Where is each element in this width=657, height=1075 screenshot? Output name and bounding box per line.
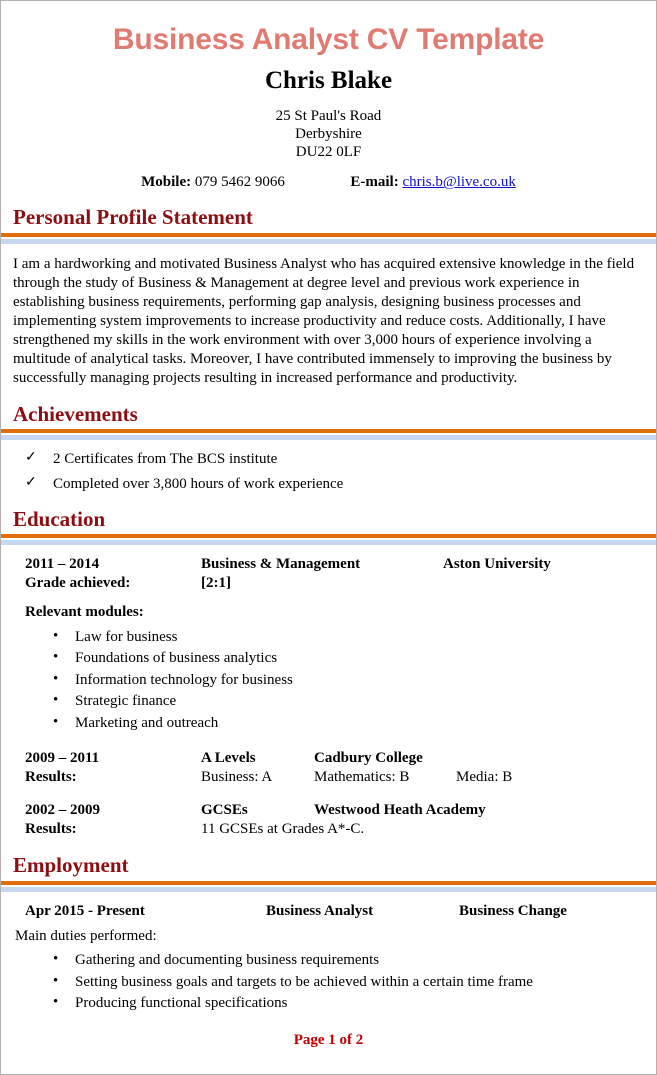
result-value: Media: B (456, 769, 513, 786)
email-label: E-mail: (350, 174, 399, 191)
list-item: • Foundations of business analytics (49, 649, 656, 669)
divider-orange (1, 880, 656, 885)
employment-entry: Apr 2015 - Present Business Analyst Busi… (1, 902, 656, 921)
contact-row: Mobile: 079 5462 9066 E-mail: chris.b@li… (1, 174, 656, 191)
check-icon: ✓ (25, 450, 37, 465)
module-text: Information technology for business (75, 671, 293, 688)
mobile-label: Mobile: (141, 174, 192, 191)
table-row: Apr 2015 - Present Business Analyst Busi… (1, 902, 656, 921)
divider-orange (1, 534, 656, 539)
section-heading-achievements: Achievements (13, 401, 138, 426)
bullet-icon: • (53, 649, 59, 666)
education-entry: 2011 – 2014 Business & Management Aston … (1, 555, 656, 593)
education-institution: Cadbury College (314, 750, 423, 767)
achievements-list: ✓ 2 Certificates from The BCS institute … (1, 450, 656, 493)
module-text: Foundations of business analytics (75, 650, 278, 667)
table-row: Grade achieved: [2:1] (1, 574, 656, 593)
table-row: Results: 11 GCSEs at Grades A*-C. (1, 820, 656, 839)
section-heading-personal-profile: Personal Profile Statement (13, 205, 253, 230)
education-subject: Business & Management (201, 556, 361, 573)
results-label: Results: (25, 769, 77, 786)
list-item: • Law for business (49, 628, 656, 648)
bullet-icon: • (53, 951, 59, 968)
section-heading-education: Education (13, 507, 106, 531)
module-text: Law for business (75, 628, 178, 645)
cv-page: Business Analyst CV Template Chris Blake… (0, 0, 657, 1075)
relevant-modules-label: Relevant modules: (25, 604, 144, 621)
document-title: Business Analyst CV Template (112, 23, 545, 56)
check-icon: ✓ (25, 475, 37, 490)
table-row: 2009 – 2011 A Levels Cadbury College (1, 749, 656, 768)
results-label: Results: (25, 821, 77, 838)
duty-text: Producing functional specifications (75, 995, 288, 1012)
education-qualification: A Levels (201, 750, 256, 767)
table-row: 2002 – 2009 GCSEs Westwood Heath Academy (1, 801, 656, 820)
divider-orange (1, 232, 656, 237)
education-qualification: GCSEs (201, 802, 248, 819)
list-item: ✓ Completed over 3,800 hours of work exp… (21, 475, 656, 493)
grade-value: [2:1] (201, 575, 231, 592)
candidate-name: Chris Blake (264, 67, 393, 94)
table-row: 2011 – 2014 Business & Management Aston … (1, 555, 656, 574)
divider-blue (1, 435, 656, 440)
achievement-text: Completed over 3,800 hours of work exper… (53, 476, 344, 492)
bullet-icon: • (53, 627, 59, 644)
employment-department: Business Change (459, 902, 567, 919)
section-personal-profile: Personal Profile Statement I am a hardwo… (1, 205, 656, 387)
employment-job-title: Business Analyst (266, 902, 374, 919)
module-text: Strategic finance (75, 693, 177, 710)
list-item: • Marketing and outreach (49, 714, 656, 734)
bullet-icon: • (53, 713, 59, 730)
table-row: Results: Business: A Mathematics: B Medi… (1, 768, 656, 787)
bullet-icon: • (53, 994, 59, 1011)
education-dates: 2009 – 2011 (25, 750, 100, 767)
education-institution: Aston University (443, 556, 551, 573)
candidate-address: 25 St Paul's Road Derbyshire DU22 0LF (1, 107, 656, 162)
list-item: • Strategic finance (49, 692, 656, 712)
divider-blue (1, 238, 656, 244)
employment-dates: Apr 2015 - Present (25, 902, 145, 919)
grade-label: Grade achieved: (25, 575, 131, 592)
duty-text: Gathering and documenting business requi… (75, 952, 380, 969)
address-line-3: DU22 0LF (295, 144, 362, 161)
achievement-text: 2 Certificates from The BCS institute (53, 451, 278, 467)
result-value: Mathematics: B (314, 769, 410, 786)
list-item: • Producing functional specifications (49, 994, 656, 1014)
email-link[interactable]: chris.b@live.co.uk (402, 174, 515, 190)
education-entry: 2009 – 2011 A Levels Cadbury College Res… (1, 749, 656, 787)
mobile-value: 079 5462 9066 (194, 174, 285, 191)
result-value: Business: A (201, 769, 273, 786)
page-footer: Page 1 of 2 (293, 1031, 364, 1048)
list-item: • Setting business goals and targets to … (49, 973, 656, 993)
section-employment: Employment Apr 2015 - Present Business A… (1, 853, 656, 1013)
section-heading-employment: Employment (13, 853, 129, 878)
bullet-icon: • (53, 670, 59, 687)
list-item: • Information technology for business (49, 671, 656, 691)
education-institution: Westwood Heath Academy (314, 802, 486, 819)
bullet-icon: • (53, 692, 59, 709)
address-line-2: Derbyshire (295, 125, 362, 142)
section-achievements: Achievements ✓ 2 Certificates from The B… (1, 402, 656, 493)
bullet-icon: • (53, 972, 59, 989)
education-dates: 2002 – 2009 (25, 802, 100, 819)
section-education: Education 2011 – 2014 Business & Managem… (1, 507, 656, 839)
address-line-1: 25 St Paul's Road (275, 107, 382, 124)
education-dates: 2011 – 2014 (25, 556, 100, 573)
personal-profile-paragraph: I am a hardworking and motivated Busines… (13, 255, 635, 386)
divider-orange (1, 429, 656, 433)
result-value: 11 GCSEs at Grades A*-C. (201, 821, 365, 838)
duty-text: Setting business goals and targets to be… (75, 973, 533, 990)
main-duties-list: • Gathering and documenting business req… (1, 951, 656, 1014)
list-item: ✓ 2 Certificates from The BCS institute (21, 450, 656, 468)
education-entry: 2002 – 2009 GCSEs Westwood Heath Academy… (1, 801, 656, 839)
module-text: Marketing and outreach (75, 714, 219, 731)
main-duties-label: Main duties performed: (15, 927, 157, 944)
relevant-modules-list: • Law for business • Foundations of busi… (1, 628, 656, 734)
list-item: • Gathering and documenting business req… (49, 951, 656, 971)
